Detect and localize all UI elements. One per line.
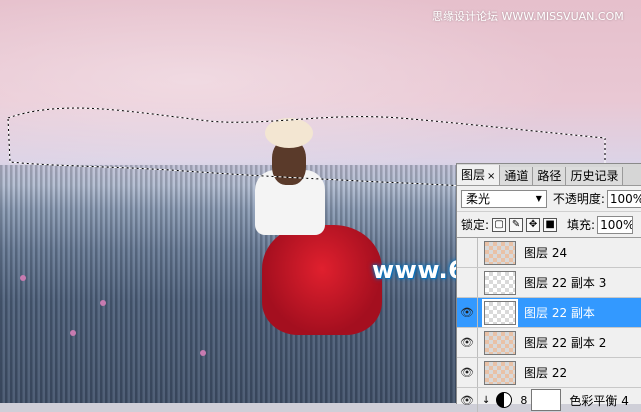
tab-label: 历史记录 [570, 169, 619, 183]
opacity-input[interactable]: 100% [606, 189, 641, 208]
adjustment-layer-name: 色彩平衡 4 [569, 393, 629, 408]
visibility-eye-icon[interactable]: 👁 [457, 358, 478, 387]
layer-thumbnail [484, 270, 516, 295]
lock-position-icon[interactable]: ✥ [526, 217, 541, 232]
lock-label: 锁定: [461, 218, 490, 232]
tab-label: 图层 [461, 168, 486, 182]
layer-thumbnail [484, 330, 516, 355]
color-balance-icon [496, 392, 513, 408]
blend-mode-value: 柔光 [466, 192, 491, 206]
layer-row-selected[interactable]: 👁 图层 22 副本 [457, 298, 641, 328]
opacity-label: 不透明度: [552, 192, 605, 206]
layer-mask-thumbnail [531, 389, 562, 411]
lock-pixels-icon[interactable]: ✎ [509, 217, 524, 232]
visibility-eye-icon[interactable]: 👁 [457, 298, 478, 327]
tab-channels[interactable]: 通道 [500, 167, 534, 185]
layer-name: 图层 22 副本 2 [524, 336, 607, 350]
layer-row[interactable]: 👁 图层 22 [457, 358, 641, 388]
layer-name: 图层 24 [524, 246, 568, 260]
adjustment-layer-row[interactable]: 👁 ↓ 8 色彩平衡 4 [457, 388, 641, 412]
fill-input[interactable]: 100% [597, 215, 634, 234]
layers-panel: 图层 × 通道 路径 历史记录 柔光 ▼ 不透明度: 100% 锁定: ▢ ✎ ✥… [456, 163, 641, 412]
layer-thumbnail [482, 298, 518, 327]
layer-name: 图层 22 副本 [524, 306, 595, 320]
layer-name: 图层 22 [524, 366, 568, 380]
blend-opacity-row: 柔光 ▼ 不透明度: 100% [457, 186, 641, 212]
tab-history[interactable]: 历史记录 [566, 167, 624, 185]
lock-transparency-icon[interactable]: ▢ [492, 217, 507, 232]
layer-row[interactable]: ● 图层 24 [457, 238, 641, 268]
visibility-eye-icon[interactable]: 👁 [457, 388, 478, 412]
layer-thumbnail [484, 360, 516, 385]
lock-all-icon[interactable]: ■ [543, 217, 558, 232]
lock-fill-row: 锁定: ▢ ✎ ✥ ■ 填充: 100% [457, 212, 641, 238]
panel-tabs: 图层 × 通道 路径 历史记录 [457, 164, 641, 186]
layer-row[interactable]: ● 图层 22 副本 3 [457, 268, 641, 298]
chain-link-icon[interactable]: 8 [520, 394, 527, 407]
blend-mode-select[interactable]: 柔光 ▼ [461, 189, 547, 208]
layer-row[interactable]: 👁 图层 22 副本 2 [457, 328, 641, 358]
close-icon[interactable]: × [487, 171, 495, 182]
tab-layers[interactable]: 图层 × [457, 165, 501, 185]
chevron-down-icon: ▼ [535, 194, 542, 203]
tab-label: 路径 [537, 169, 562, 183]
watermark-top: 思缘设计论坛 WWW.MISSVUAN.COM [432, 10, 624, 23]
visibility-eye-icon[interactable]: ● [457, 238, 478, 267]
layer-thumbnail [484, 240, 516, 265]
fill-label: 填充: [567, 218, 596, 232]
tab-paths[interactable]: 路径 [533, 167, 567, 185]
visibility-eye-icon[interactable]: 👁 [457, 328, 478, 357]
visibility-eye-icon[interactable]: ● [457, 268, 478, 297]
clip-arrow-icon: ↓ [482, 394, 491, 406]
tab-label: 通道 [504, 169, 529, 183]
layer-name: 图层 22 副本 3 [524, 276, 607, 290]
